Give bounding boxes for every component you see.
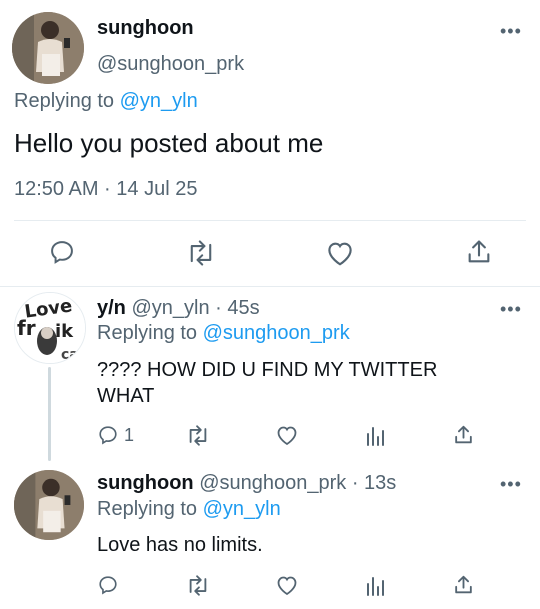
author-name[interactable]: sunghoon [97, 17, 194, 40]
avatar-photo: Love fr ik ca [15, 293, 85, 363]
reply-header: y/n @yn_yln · 45s [97, 297, 260, 320]
avatar-sunghoon[interactable] [14, 470, 84, 540]
heart-icon [328, 242, 352, 266]
speech-bubble-icon [99, 426, 117, 445]
replying-label: Replying to [14, 90, 115, 112]
speech-bubble-icon [51, 241, 73, 264]
speech-bubble-icon [99, 576, 117, 595]
reply-text: ???? HOW DID U FIND MY TWITTER WHAT [97, 357, 437, 409]
svg-text:fr: fr [17, 316, 36, 340]
avatar-photo [12, 12, 84, 84]
replying-label: Replying to [97, 322, 198, 344]
bar-chart-icon [367, 427, 384, 446]
heart-icon [277, 426, 297, 446]
tweet-timestamp[interactable]: 12:50 AM · 14 Jul 25 [14, 178, 197, 201]
share-button[interactable] [453, 424, 474, 446]
divider [14, 220, 526, 221]
like-button[interactable] [325, 239, 355, 267]
retweet-icon [189, 425, 207, 446]
reply-text-line: WHAT [97, 385, 155, 407]
reply-text: Love has no limits. [97, 534, 263, 556]
reply-button[interactable] [48, 238, 76, 266]
replying-to-link[interactable]: @yn_yln [203, 498, 281, 520]
bar-chart-icon [367, 577, 384, 596]
replying-to-link[interactable]: @sunghoon_prk [203, 322, 350, 344]
avatar-yn[interactable]: Love fr ik ca [14, 292, 86, 364]
replying-to: Replying to @yn_yln [97, 498, 281, 521]
svg-text:ik: ik [55, 321, 74, 342]
share-upload-icon [468, 240, 490, 263]
author-name[interactable]: sunghoon [97, 472, 194, 494]
more-options-icon[interactable]: ••• [500, 300, 522, 318]
retweet-icon [189, 575, 207, 596]
share-upload-icon [455, 425, 472, 444]
replying-to: Replying to @yn_yln [14, 90, 198, 113]
author-handle[interactable]: @sunghoon_prk [199, 472, 346, 494]
avatar-sunghoon[interactable] [12, 12, 84, 84]
reply-text-line: ???? HOW DID U FIND MY TWITTER [97, 359, 438, 381]
analytics-button[interactable] [365, 425, 385, 446]
more-options-icon[interactable]: ••• [500, 22, 522, 40]
share-upload-icon [455, 575, 472, 594]
replying-label: Replying to [97, 498, 198, 520]
replying-to: Replying to @sunghoon_prk [97, 322, 350, 345]
divider [0, 286, 540, 287]
author-handle[interactable]: @sunghoon_prk [97, 53, 244, 76]
like-button[interactable] [275, 574, 299, 596]
author-name[interactable]: y/n [97, 297, 126, 319]
retweet-icon [190, 240, 212, 266]
reply-header: sunghoon @sunghoon_prk · 13s [97, 472, 396, 495]
avatar-photo [14, 470, 84, 540]
reply-button[interactable]: 1 [97, 424, 134, 446]
svg-text:ca: ca [61, 347, 79, 363]
like-button[interactable] [275, 424, 299, 446]
reply-count: 1 [124, 424, 135, 445]
share-button[interactable] [453, 574, 474, 596]
author-handle[interactable]: @yn_yln [131, 297, 209, 319]
heart-icon [277, 576, 297, 596]
retweet-button[interactable] [186, 575, 210, 596]
share-button[interactable] [466, 238, 492, 266]
retweet-button[interactable] [186, 240, 216, 266]
tweet-text: Hello you posted about me [14, 128, 324, 158]
replying-to-link[interactable]: @yn_yln [120, 90, 198, 112]
thread-connector [48, 367, 51, 461]
more-options-icon[interactable]: ••• [500, 475, 522, 493]
reply-button[interactable] [97, 574, 119, 596]
analytics-button[interactable] [365, 575, 385, 596]
retweet-button[interactable] [186, 425, 210, 446]
tweet-age[interactable]: · 45s [215, 297, 259, 319]
tweet-age[interactable]: · 13s [352, 472, 396, 494]
